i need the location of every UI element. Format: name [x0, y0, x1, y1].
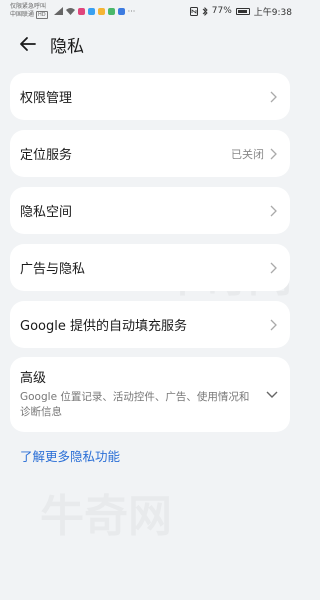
- header: 隐私: [0, 22, 300, 66]
- more-dots-icon: ···: [127, 6, 136, 16]
- chevron-right-icon: [270, 91, 277, 102]
- chevron-right-icon: [270, 205, 277, 216]
- watermark: 牛奇网: [40, 480, 172, 544]
- signal-icon: [53, 7, 63, 15]
- private-space-item[interactable]: 隐私空间: [10, 187, 290, 234]
- bluetooth-icon: [202, 6, 208, 16]
- wifi-icon: [65, 8, 75, 15]
- nfc-icon: [189, 6, 198, 16]
- chevron-down-icon: [266, 391, 278, 398]
- chevron-right-icon: [270, 319, 277, 330]
- app-notification-icon: [77, 7, 85, 15]
- page-title: 隐私: [50, 36, 84, 57]
- advanced-subtitle: Google 位置记录、活动控件、广告、使用情况和诊断信息: [20, 391, 250, 418]
- item-label: 隐私空间: [20, 205, 73, 220]
- hd-badge: HD: [36, 11, 48, 19]
- carrier-line2: 中国联通 HD: [10, 11, 48, 19]
- status-left: 仅限紧急呼叫 中国联通 HD ···: [10, 3, 135, 19]
- ads-and-privacy-item[interactable]: 广告与隐私: [10, 244, 290, 291]
- app-notification-icon: [97, 7, 105, 15]
- carrier-line1: 仅限紧急呼叫: [10, 3, 47, 10]
- learn-more-link[interactable]: 了解更多隐私功能: [20, 446, 120, 465]
- app-notification-icon: [117, 7, 125, 15]
- app-notification-icon: [107, 7, 115, 15]
- advanced-title: 高级: [20, 371, 47, 386]
- battery-icon: [235, 7, 250, 15]
- location-services-item[interactable]: 定位服务 已关闭: [10, 130, 290, 177]
- status-bar: 仅限紧急呼叫 中国联通 HD ··· 77% 上午9:38: [0, 0, 300, 22]
- carrier-info: 仅限紧急呼叫 中国联通 HD: [10, 3, 48, 19]
- chevron-right-icon: [270, 262, 277, 273]
- permission-management-item[interactable]: 权限管理: [10, 73, 290, 120]
- advanced-item[interactable]: 高级 Google 位置记录、活动控件、广告、使用情况和诊断信息: [10, 357, 290, 432]
- battery-percent: 77%: [211, 6, 232, 16]
- location-status: 已关闭: [231, 147, 264, 161]
- clock: 上午9:38: [253, 7, 292, 18]
- status-right: 77% 上午9:38: [189, 5, 292, 18]
- app-notification-icon: [87, 7, 95, 15]
- google-autofill-item[interactable]: Google 提供的自动填充服务: [10, 301, 290, 348]
- chevron-right-icon: [270, 148, 277, 159]
- item-label: 定位服务: [20, 148, 73, 163]
- item-label: Google 提供的自动填充服务: [20, 319, 187, 334]
- advanced-text: 高级 Google 位置记录、活动控件、广告、使用情况和诊断信息: [20, 367, 266, 420]
- notification-icons: ···: [53, 6, 136, 16]
- item-label: 广告与隐私: [20, 262, 86, 277]
- arrow-left-icon[interactable]: [18, 34, 38, 54]
- item-label: 权限管理: [20, 91, 73, 106]
